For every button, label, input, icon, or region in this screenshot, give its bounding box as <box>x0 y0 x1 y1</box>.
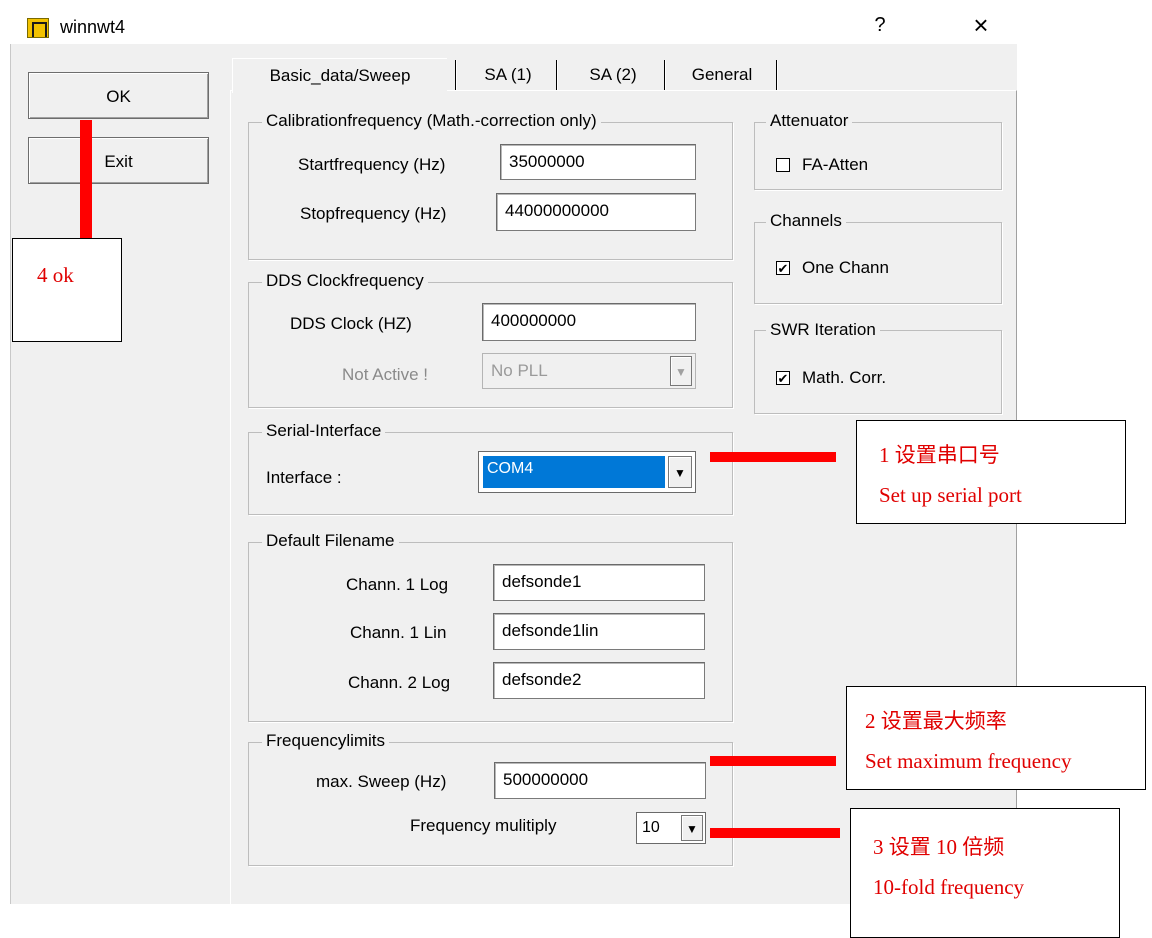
maxfreq-annotation-line <box>710 756 836 766</box>
dds-group <box>248 282 733 408</box>
interface-dropdown-arrow-icon[interactable]: ▼ <box>668 456 692 488</box>
maxfreq-annotation-line2: Set maximum frequency <box>865 749 1072 773</box>
tab-separator <box>776 60 778 90</box>
chann1-lin-label: Chann. 1 Lin <box>350 623 447 642</box>
ok-annotation-text: 4 ok <box>37 263 74 287</box>
tab-sa-2[interactable]: SA (2) <box>563 58 663 92</box>
start-frequency-label: Startfrequency (Hz) <box>298 155 446 174</box>
ok-button[interactable]: OK <box>28 72 209 119</box>
fa-atten-label: FA-Atten <box>802 155 869 174</box>
maxfreq-annotation-line1: 2 设置最大频率 <box>865 709 1007 733</box>
chann2-log-input[interactable]: defsonde2 <box>493 662 705 699</box>
multiply-annotation-line1: 3 设置 10 倍频 <box>873 835 1005 859</box>
dds-clock-input[interactable]: 400000000 <box>482 303 696 341</box>
tab-separator <box>455 60 457 90</box>
pll-dropdown-arrow-icon: ▼ <box>670 356 692 386</box>
chann1-log-label: Chann. 1 Log <box>346 575 449 594</box>
ok-annotation-line <box>80 120 92 238</box>
chann1-log-input[interactable]: defsonde1 <box>493 564 705 601</box>
fa-atten-checkbox[interactable] <box>776 158 790 172</box>
limits-legend: Frequencylimits <box>262 731 390 751</box>
serial-legend: Serial-Interface <box>262 421 386 441</box>
swr-legend: SWR Iteration <box>766 320 880 340</box>
window-title: winnwt4 <box>60 17 126 37</box>
one-chann-label: One Chann <box>802 258 889 277</box>
frequency-multiply-label: Frequency mulitiply <box>410 816 557 835</box>
start-frequency-input[interactable]: 35000000 <box>500 144 696 180</box>
max-sweep-input[interactable]: 500000000 <box>494 762 706 799</box>
math-corr-label: Math. Corr. <box>802 368 887 387</box>
help-button[interactable]: ? <box>868 14 892 37</box>
serial-annotation-line2: Set up serial port <box>879 483 1022 507</box>
calibration-group <box>248 122 733 260</box>
stop-frequency-label: Stopfrequency (Hz) <box>300 204 447 223</box>
attenuator-group <box>754 122 1002 190</box>
checkmark-icon: ✔ <box>777 261 789 276</box>
multiply-annotation-box: 3 设置 10 倍频 10-fold frequency <box>850 808 1120 938</box>
serial-annotation-line <box>710 452 836 462</box>
interface-selected-value: COM4 <box>483 456 665 488</box>
dds-legend: DDS Clockfrequency <box>262 271 428 291</box>
app-logo-icon <box>27 18 49 38</box>
stop-frequency-input[interactable]: 44000000000 <box>496 193 696 231</box>
tab-general[interactable]: General <box>670 58 774 92</box>
limits-group <box>248 742 733 866</box>
serial-annotation-line1: 1 设置串口号 <box>879 443 1000 467</box>
pll-value: No PLL <box>491 361 548 380</box>
pll-select: No PLL <box>482 353 696 389</box>
math-corr-checkbox[interactable]: ✔ <box>776 371 790 385</box>
pll-label: Not Active ! <box>342 365 428 384</box>
checkmark-icon: ✔ <box>777 371 789 386</box>
chann1-lin-input[interactable]: defsonde1lin <box>493 613 705 650</box>
chann2-log-label: Chann. 2 Log <box>348 673 451 692</box>
channels-legend: Channels <box>766 211 846 231</box>
tab-basic-data-sweep[interactable]: Basic_data/Sweep <box>232 58 447 93</box>
tab-separator <box>556 60 558 90</box>
interface-label: Interface : <box>266 468 342 487</box>
dds-clock-label: DDS Clock (HZ) <box>290 314 412 333</box>
frequency-multiply-value: 10 <box>642 819 660 836</box>
multiply-annotation-line <box>710 828 840 838</box>
close-button[interactable]: × <box>966 10 996 41</box>
one-chann-checkbox[interactable]: ✔ <box>776 261 790 275</box>
filename-legend: Default Filename <box>262 531 399 551</box>
max-sweep-label: max. Sweep (Hz) <box>316 772 447 791</box>
exit-button[interactable]: Exit <box>28 137 209 184</box>
multiply-dropdown-arrow-icon[interactable]: ▼ <box>681 815 703 841</box>
calibration-legend: Calibrationfrequency (Math.-correction o… <box>262 111 601 131</box>
attenuator-legend: Attenuator <box>766 111 853 131</box>
maxfreq-annotation-box: 2 设置最大频率 Set maximum frequency <box>846 686 1146 790</box>
tab-sa-1[interactable]: SA (1) <box>462 58 554 92</box>
ok-annotation-box: 4 ok <box>12 238 122 342</box>
tab-separator <box>664 60 666 90</box>
multiply-annotation-line2: 10-fold frequency <box>873 875 1025 899</box>
serial-annotation-box: 1 设置串口号 Set up serial port <box>856 420 1126 524</box>
